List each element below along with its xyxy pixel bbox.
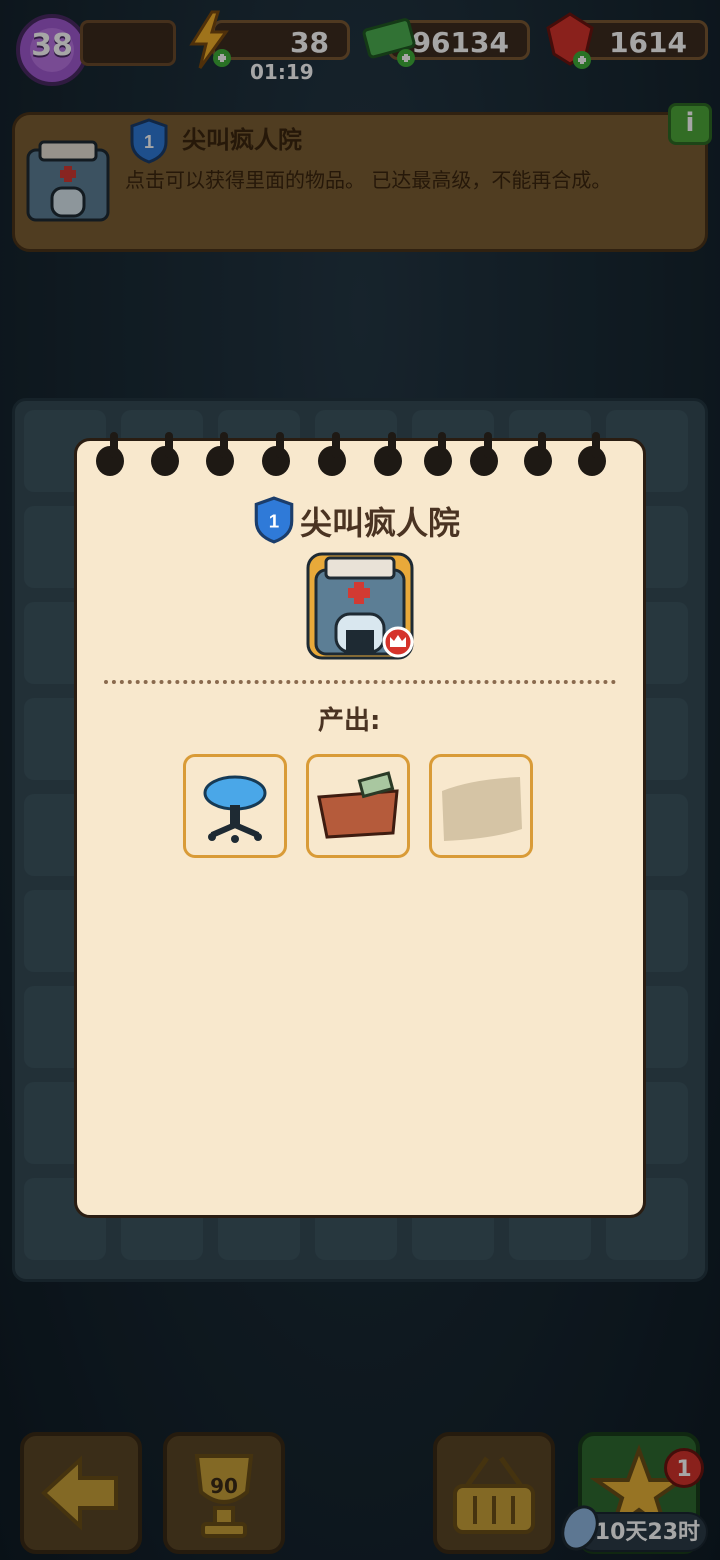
- stool-icon: [203, 775, 267, 843]
- cash-box-icon: [317, 771, 399, 839]
- popup-level: 1: [269, 510, 279, 531]
- output-label: 产出:: [318, 706, 381, 736]
- notebook-ring-hook: [438, 432, 446, 458]
- notebook-ring-hook: [538, 432, 546, 458]
- notebook-ring-hook: [388, 432, 396, 458]
- notebook-ring-hook: [110, 432, 118, 458]
- output-slot-3[interactable]: [429, 754, 533, 858]
- crown-badge-icon: [382, 626, 414, 658]
- level-shield-icon: 1: [254, 496, 294, 544]
- output-slot-2[interactable]: [306, 754, 410, 858]
- popup-title: 尖叫疯人院: [300, 504, 461, 542]
- notebook-ring-hook: [332, 432, 340, 458]
- locked-item-icon: [442, 777, 522, 841]
- notebook-ring-hook: [220, 432, 228, 458]
- notebook-ring-hook: [165, 432, 173, 458]
- popup-divider: [104, 680, 616, 684]
- notebook-ring-hook: [592, 432, 600, 458]
- output-slot-1[interactable]: [183, 754, 287, 858]
- notebook-ring-hook: [484, 432, 492, 458]
- notebook-ring-hook: [276, 432, 284, 458]
